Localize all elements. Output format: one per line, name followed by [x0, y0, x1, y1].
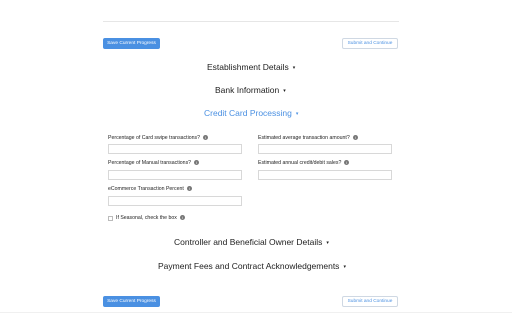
section-title: Bank Information [215, 85, 280, 95]
info-icon[interactable]: i [179, 215, 185, 221]
top-divider [103, 21, 399, 22]
bottom-divider [0, 312, 512, 313]
section-credit-card-processing[interactable]: Credit Card Processing ▾ [204, 108, 298, 118]
caret-down-icon: ▾ [295, 110, 299, 117]
annual-sales-input[interactable] [258, 170, 392, 180]
section-establishment-details[interactable]: Establishment Details ▾ [207, 62, 295, 72]
seasonal-checkbox[interactable] [108, 216, 113, 221]
info-icon[interactable]: i [194, 160, 200, 166]
caret-down-icon: ▾ [343, 263, 346, 270]
info-icon[interactable]: i [203, 135, 208, 141]
section-controller-owner-details[interactable]: Controller and Beneficial Owner Details ▾ [174, 237, 329, 247]
ecommerce-label: eCommerce Transaction Percent i [108, 186, 192, 192]
card-swipe-input[interactable] [108, 144, 242, 154]
caret-down-icon: ▾ [292, 64, 296, 71]
annual-sales-label: Estimated annual credit/debit sales? i [258, 160, 350, 166]
section-title: Payment Fees and Contract Acknowledgemen… [158, 261, 340, 271]
submit-continue-button-top[interactable]: Submit and Continue [342, 38, 398, 49]
submit-continue-button-bottom[interactable]: Submit and Continue [342, 296, 398, 307]
seasonal-label: If Seasonal, check the box i [116, 215, 185, 221]
section-title: Controller and Beneficial Owner Details [174, 237, 323, 247]
caret-down-icon: ▾ [283, 87, 286, 94]
info-icon[interactable]: i [352, 135, 358, 141]
caret-down-icon: ▾ [326, 239, 329, 246]
save-progress-button-top[interactable]: Save Current Progress [103, 38, 160, 49]
section-title: Establishment Details [207, 62, 289, 72]
info-icon[interactable]: i [344, 160, 350, 166]
avg-transaction-label: Estimated average transaction amount? i [258, 135, 358, 141]
card-swipe-label: Percentage of Card swipe transactions? i [108, 135, 208, 141]
section-title: Credit Card Processing [204, 108, 292, 118]
manual-transactions-input[interactable] [108, 170, 242, 180]
manual-transactions-label: Percentage of Manual transactions? i [108, 160, 200, 166]
section-payment-fees[interactable]: Payment Fees and Contract Acknowledgemen… [158, 261, 346, 271]
ecommerce-input[interactable] [108, 196, 242, 206]
section-bank-information[interactable]: Bank Information ▾ [215, 85, 286, 95]
save-progress-button-bottom[interactable]: Save Current Progress [103, 296, 160, 307]
info-icon[interactable]: i [186, 186, 192, 192]
avg-transaction-input[interactable] [258, 144, 392, 154]
